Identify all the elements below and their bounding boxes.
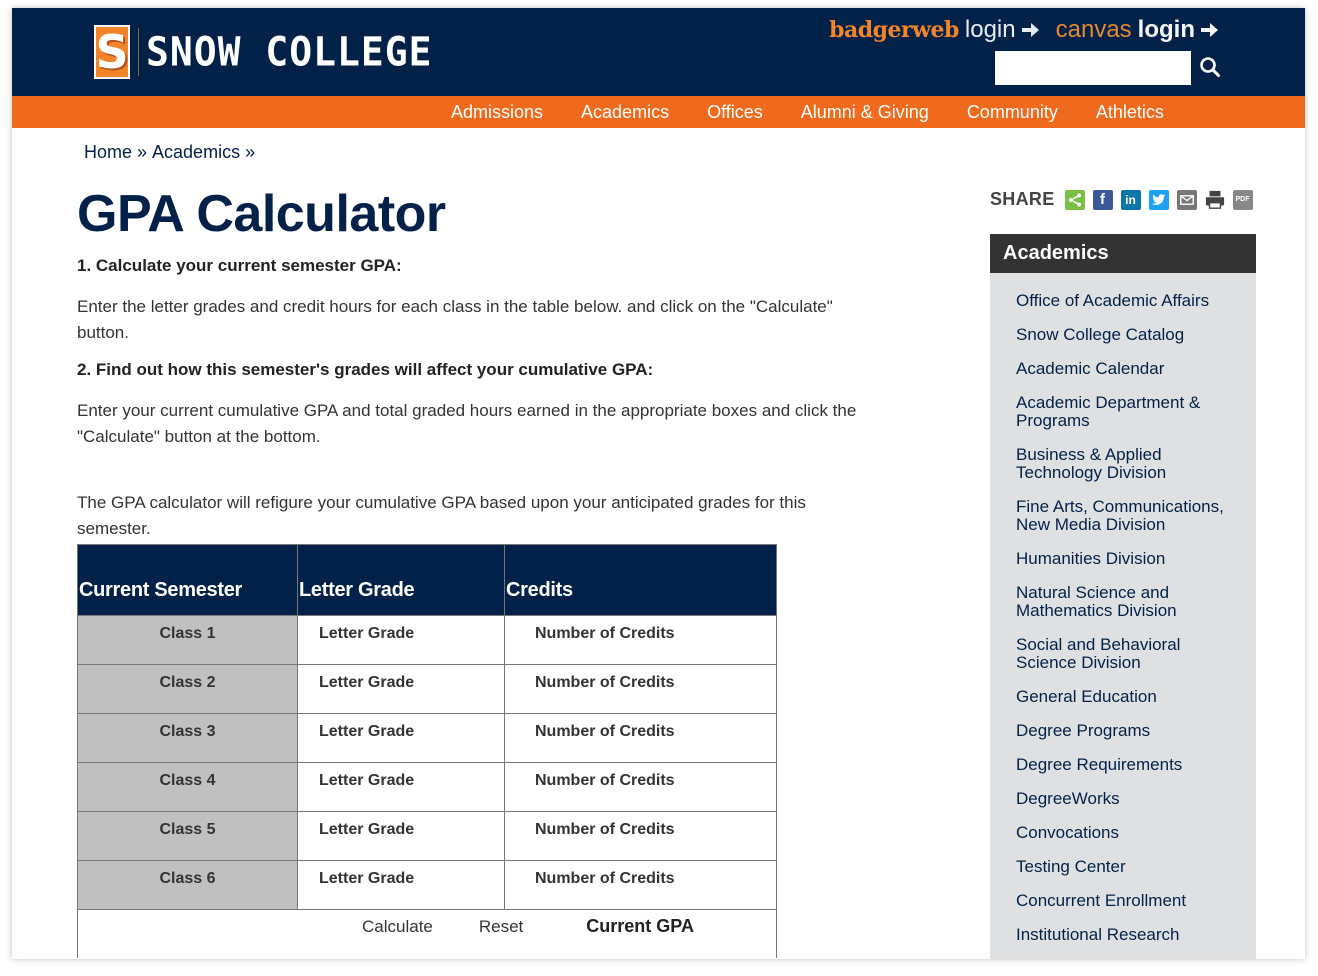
logo-text: SNOW COLLEGE	[146, 28, 433, 76]
credits-input[interactable]: Number of Credits	[504, 713, 777, 763]
login-word: login	[964, 16, 1016, 43]
badgerweb-login-link[interactable]: badgerweb login	[829, 16, 1040, 44]
sidebar-item-degree-requirements[interactable]: Degree Requirements	[1016, 756, 1244, 774]
letter-grade-select[interactable]: Letter Grade	[297, 615, 505, 665]
breadcrumb-academics[interactable]: Academics	[152, 142, 240, 163]
table-header-row: Current Semester Letter Grade Credits	[77, 544, 777, 616]
share-label: SHARE	[990, 189, 1055, 209]
nav-offices[interactable]: Offices	[707, 102, 763, 123]
sidebar-nav: Office of Academic Affairs Snow College …	[990, 273, 1256, 959]
sidebar-item-natural-science-math[interactable]: Natural Science and Mathematics Division	[1016, 584, 1244, 620]
class-label: Class 4	[77, 762, 298, 812]
current-gpa-label: Current GPA	[586, 916, 694, 936]
class-label: Class 6	[77, 860, 298, 910]
logo-s-icon: S	[94, 25, 130, 79]
login-links: badgerweb login canvas login	[829, 16, 1219, 44]
step2-heading: 2. Find out how this semester's grades w…	[77, 360, 654, 379]
sidebar-item-degree-programs[interactable]: Degree Programs	[1016, 722, 1244, 740]
class-label: Class 3	[77, 713, 298, 763]
sidebar-item-catalog[interactable]: Snow College Catalog	[1016, 326, 1244, 344]
logo-divider	[138, 28, 139, 76]
table-row: Class 4 Letter Grade Number of Credits	[77, 762, 777, 812]
sidebar-title: Academics	[990, 234, 1256, 273]
credits-input[interactable]: Number of Credits	[504, 615, 777, 665]
site-header: S SNOW COLLEGE badgerweb login canvas lo…	[12, 8, 1305, 96]
intro-content: 1. Calculate your current semester GPA: …	[77, 256, 857, 556]
sidebar-item-departments-programs[interactable]: Academic Department & Programs	[1016, 394, 1244, 430]
search-icon[interactable]	[1198, 55, 1222, 79]
credits-input[interactable]: Number of Credits	[504, 664, 777, 714]
class-label: Class 2	[77, 664, 298, 714]
email-icon[interactable]	[1176, 189, 1197, 210]
sidebar-item-general-education[interactable]: General Education	[1016, 688, 1244, 706]
sidebar-item-testing-center[interactable]: Testing Center	[1016, 858, 1244, 876]
twitter-icon[interactable]	[1148, 189, 1169, 210]
canvas-login-link[interactable]: canvas login	[1056, 16, 1219, 44]
reset-button[interactable]: Reset	[479, 917, 523, 937]
letter-grade-select[interactable]: Letter Grade	[297, 811, 505, 861]
header-current-semester: Current Semester	[77, 544, 298, 616]
sidebar-item-academic-affairs[interactable]: Office of Academic Affairs	[1016, 292, 1244, 310]
breadcrumb-separator: »	[245, 142, 256, 162]
nav-admissions[interactable]: Admissions	[451, 102, 543, 123]
step2-text: Enter your current cumulative GPA and to…	[77, 401, 857, 446]
step1-text: Enter the letter grades and credit hours…	[77, 297, 833, 342]
login-word: login	[1137, 16, 1195, 43]
note-text: The GPA calculator will refigure your cu…	[77, 493, 806, 538]
share-icon[interactable]	[1064, 189, 1085, 210]
sidebar-item-degreeworks[interactable]: DegreeWorks	[1016, 790, 1244, 808]
snow-college-logo[interactable]: S SNOW COLLEGE	[94, 24, 433, 80]
nav-community[interactable]: Community	[967, 102, 1058, 123]
step1-heading: 1. Calculate your current semester GPA:	[77, 256, 402, 275]
breadcrumb: Home » Academics »	[84, 142, 255, 163]
sidebar-item-concurrent-enrollment[interactable]: Concurrent Enrollment	[1016, 892, 1244, 910]
table-row: Class 5 Letter Grade Number of Credits	[77, 811, 777, 861]
main-nav: Admissions Academics Offices Alumni & Gi…	[12, 96, 1305, 128]
footer-cell: Calculate Reset Current GPA	[77, 909, 777, 958]
table-row: Class 6 Letter Grade Number of Credits	[77, 860, 777, 910]
search-input[interactable]	[995, 51, 1191, 85]
header-letter-grade: Letter Grade	[297, 544, 505, 616]
nav-athletics[interactable]: Athletics	[1096, 102, 1164, 123]
sidebar-item-fine-arts[interactable]: Fine Arts, Communications, New Media Div…	[1016, 498, 1244, 534]
letter-grade-select[interactable]: Letter Grade	[297, 860, 505, 910]
pdf-icon[interactable]: PDF	[1232, 189, 1253, 210]
print-icon[interactable]	[1205, 190, 1225, 210]
badgerweb-brand: badgerweb	[829, 17, 959, 43]
sidebar-item-convocations[interactable]: Convocations	[1016, 824, 1244, 842]
linkedin-icon[interactable]: in	[1120, 189, 1141, 210]
breadcrumb-home[interactable]: Home	[84, 142, 132, 163]
arrow-right-icon	[1201, 23, 1218, 37]
nav-alumni-giving[interactable]: Alumni & Giving	[801, 102, 929, 123]
header-credits: Credits	[504, 544, 777, 616]
table-row: Class 2 Letter Grade Number of Credits	[77, 664, 777, 714]
calculate-button[interactable]: Calculate	[362, 917, 433, 937]
breadcrumb-separator: »	[137, 142, 148, 162]
sidebar-item-institutional-research[interactable]: Institutional Research	[1016, 926, 1244, 944]
letter-grade-select[interactable]: Letter Grade	[297, 713, 505, 763]
canvas-brand: canvas	[1055, 16, 1132, 43]
table-footer-row: Calculate Reset Current GPA	[77, 909, 777, 958]
sidebar-item-business-applied-tech[interactable]: Business & Applied Technology Division	[1016, 446, 1244, 482]
letter-grade-select[interactable]: Letter Grade	[297, 664, 505, 714]
arrow-right-icon	[1021, 23, 1039, 37]
table-row: Class 3 Letter Grade Number of Credits	[77, 713, 777, 763]
page-title: GPA Calculator	[77, 185, 446, 243]
share-bar: SHARE f in PDF	[990, 189, 1261, 210]
table-row: Class 1 Letter Grade Number of Credits	[77, 615, 777, 665]
sidebar-item-academic-calendar[interactable]: Academic Calendar	[1016, 360, 1244, 378]
letter-grade-select[interactable]: Letter Grade	[297, 762, 505, 812]
facebook-icon[interactable]: f	[1092, 189, 1113, 210]
credits-input[interactable]: Number of Credits	[504, 811, 777, 861]
credits-input[interactable]: Number of Credits	[504, 860, 777, 910]
class-label: Class 5	[77, 811, 298, 861]
gpa-table: Current Semester Letter Grade Credits Cl…	[77, 544, 777, 958]
sidebar-item-humanities[interactable]: Humanities Division	[1016, 550, 1244, 568]
credits-input[interactable]: Number of Credits	[504, 762, 777, 812]
nav-academics[interactable]: Academics	[581, 102, 669, 123]
class-label: Class 1	[77, 615, 298, 665]
browser-window: S SNOW COLLEGE badgerweb login canvas lo…	[12, 8, 1305, 959]
sidebar-item-social-behavioral[interactable]: Social and Behavioral Science Division	[1016, 636, 1244, 672]
